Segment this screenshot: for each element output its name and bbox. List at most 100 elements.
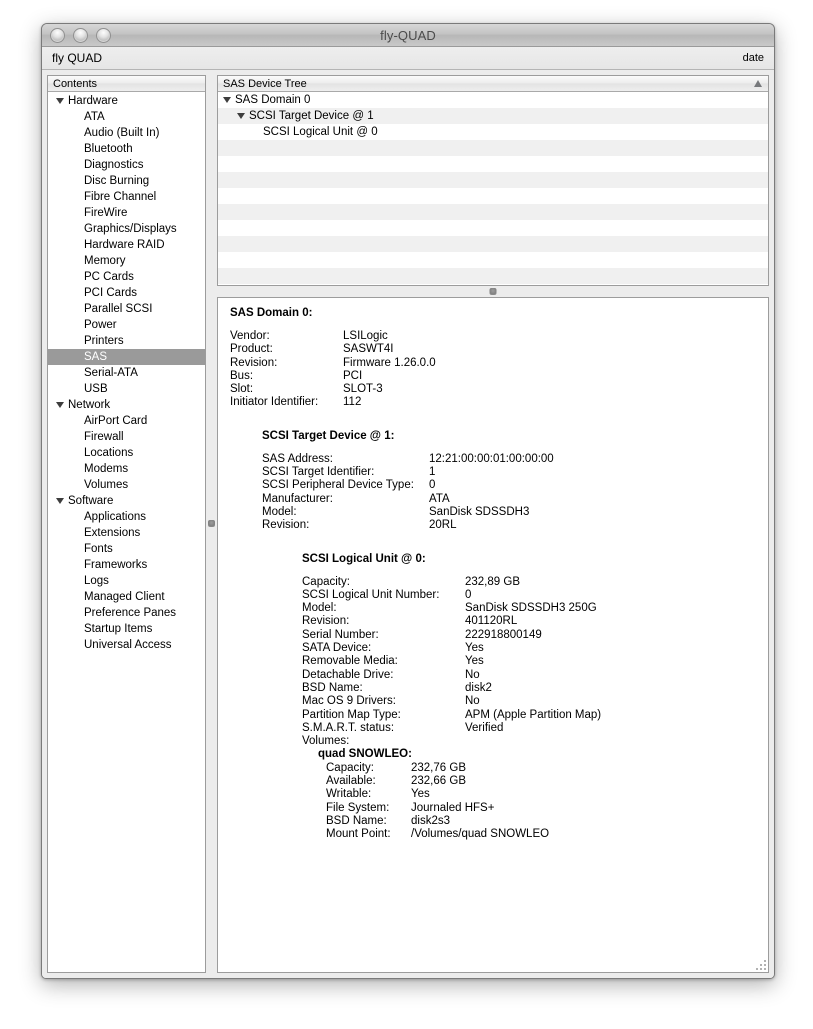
property-value: SanDisk SDSSDH3	[429, 505, 530, 518]
property-value: 112	[343, 396, 362, 409]
sidebar-item-usb[interactable]: USB	[48, 381, 205, 397]
tree-row-empty	[218, 268, 768, 284]
tree-row-empty	[218, 156, 768, 172]
sidebar-item-logs[interactable]: Logs	[48, 573, 205, 589]
tree-row[interactable]: SCSI Target Device @ 1	[218, 108, 768, 124]
sidebar-item-managed-client[interactable]: Managed Client	[48, 589, 205, 605]
lun-title: SCSI Logical Unit @ 0:	[302, 552, 426, 565]
sidebar-column-header[interactable]: Contents	[48, 76, 205, 92]
disclosure-triangle-icon[interactable]	[56, 498, 64, 504]
tree-row-content: SCSI Logical Unit @ 0	[218, 126, 378, 138]
property-row: Capacity: 232,89 GB	[302, 576, 601, 589]
tree-row-content: SCSI Target Device @ 1	[218, 110, 374, 122]
property-key: Slot:	[230, 383, 254, 396]
disclosure-triangle-icon[interactable]	[56, 402, 64, 408]
zoom-button[interactable]	[96, 27, 111, 43]
property-key: Mount Point:	[326, 828, 391, 841]
property-key: Revision:	[230, 356, 278, 369]
property-row: Bus: PCI	[230, 370, 436, 383]
tree-row[interactable]: SAS Domain 0	[218, 92, 768, 108]
property-row: Writable: Yes	[326, 788, 549, 801]
property-row: Volumes:	[302, 735, 601, 748]
sidebar-item-audio-built-in[interactable]: Audio (Built In)	[48, 125, 205, 141]
sort-ascending-icon[interactable]	[754, 80, 762, 87]
sidebar-list[interactable]: Hardware ATA Audio (Built In) Bluetooth Diag…	[48, 92, 205, 972]
tree-column-header[interactable]: SAS Device Tree	[218, 76, 768, 92]
tree-row[interactable]: SCSI Logical Unit @ 0	[218, 124, 768, 140]
sidebar-item-airport-card[interactable]: AirPort Card	[48, 413, 205, 429]
sidebar-item-preference-panes[interactable]: Preference Panes	[48, 605, 205, 621]
property-value: No	[465, 695, 480, 708]
sidebar-item-diagnostics[interactable]: Diagnostics	[48, 157, 205, 173]
tree-body[interactable]: SAS Domain 0 SCSI Target Device @ 1 SCSI L…	[218, 92, 768, 285]
sidebar-item-frameworks[interactable]: Frameworks	[48, 557, 205, 573]
sidebar-item-printers[interactable]: Printers	[48, 333, 205, 349]
window-content: Contents Hardware ATA Audio (Built In) Blue…	[42, 70, 774, 978]
property-key: File System:	[326, 801, 390, 814]
property-key: Product:	[230, 343, 273, 356]
property-value	[465, 735, 601, 748]
sidebar-item-sas[interactable]: SAS	[48, 349, 205, 365]
property-key: BSD Name:	[326, 814, 387, 827]
disclosure-triangle-icon[interactable]	[237, 113, 245, 119]
close-button[interactable]	[50, 27, 65, 43]
sidebar-item-graphics-displays[interactable]: Graphics/Displays	[48, 221, 205, 237]
right-pane: SAS Device Tree SAS Domain 0 SCSI Target …	[217, 75, 769, 973]
sidebar-item-label: Parallel SCSI	[84, 303, 153, 315]
sidebar-item-hardware[interactable]: Hardware	[48, 93, 205, 109]
sidebar-item-serial-ata[interactable]: Serial-ATA	[48, 365, 205, 381]
property-row: Revision: 20RL	[262, 519, 554, 532]
sidebar-item-label: Audio (Built In)	[84, 127, 160, 139]
property-row: BSD Name: disk2	[302, 682, 601, 695]
sidebar-item-firewire[interactable]: FireWire	[48, 205, 205, 221]
sidebar-item-universal-access[interactable]: Universal Access	[48, 637, 205, 653]
sidebar-item-bluetooth[interactable]: Bluetooth	[48, 141, 205, 157]
vertical-splitter[interactable]	[206, 75, 217, 973]
sidebar-item-volumes[interactable]: Volumes	[48, 477, 205, 493]
property-row: SATA Device: Yes	[302, 642, 601, 655]
sidebar-item-network[interactable]: Network	[48, 397, 205, 413]
sidebar-item-label: Volumes	[84, 479, 129, 491]
property-key: Available:	[326, 775, 376, 788]
sidebar-item-label: Hardware	[68, 95, 118, 107]
property-key: Writable:	[326, 788, 372, 801]
sidebar-item-label: Fonts	[84, 543, 113, 555]
sidebar-item-fibre-channel[interactable]: Fibre Channel	[48, 189, 205, 205]
sidebar-item-disc-burning[interactable]: Disc Burning	[48, 173, 205, 189]
sidebar-item-firewall[interactable]: Firewall	[48, 429, 205, 445]
tree-row-empty	[218, 252, 768, 268]
property-row: Available: 232,66 GB	[326, 775, 549, 788]
property-row: SCSI Logical Unit Number: 0	[302, 589, 601, 602]
sidebar-item-modems[interactable]: Modems	[48, 461, 205, 477]
sidebar-item-startup-items[interactable]: Startup Items	[48, 621, 205, 637]
minimize-button[interactable]	[73, 27, 88, 43]
property-value: 401120RL	[465, 615, 518, 628]
sidebar-item-pci-cards[interactable]: PCI Cards	[48, 285, 205, 301]
tree-row-empty	[218, 220, 768, 236]
sidebar-item-software[interactable]: Software	[48, 493, 205, 509]
sidebar-item-locations[interactable]: Locations	[48, 445, 205, 461]
domain-properties-table: Vendor: LSILogic Product: SASWT4I Revision: F…	[230, 330, 436, 410]
disclosure-triangle-icon[interactable]	[223, 97, 231, 103]
sidebar-item-ata[interactable]: ATA	[48, 109, 205, 125]
property-row: Mount Point: /Volumes/quad SNOWLEO	[326, 828, 549, 841]
sidebar-item-fonts[interactable]: Fonts	[48, 541, 205, 557]
sidebar-item-power[interactable]: Power	[48, 317, 205, 333]
sidebar-item-parallel-scsi[interactable]: Parallel SCSI	[48, 301, 205, 317]
sidebar-item-applications[interactable]: Applications	[48, 509, 205, 525]
sidebar-item-label: ATA	[84, 111, 105, 123]
property-row: File System: Journaled HFS+	[326, 802, 549, 815]
horizontal-splitter[interactable]	[217, 286, 769, 297]
toolbar: fly QUAD date	[42, 47, 774, 70]
property-row: SCSI Peripheral Device Type: 0	[262, 479, 554, 492]
sidebar-item-hardware-raid[interactable]: Hardware RAID	[48, 237, 205, 253]
window-titlebar[interactable]: fly-QUAD	[42, 24, 774, 47]
sidebar-item-extensions[interactable]: Extensions	[48, 525, 205, 541]
property-value: /Volumes/quad SNOWLEO	[411, 828, 550, 841]
disclosure-triangle-icon[interactable]	[56, 98, 64, 104]
sidebar-item-memory[interactable]: Memory	[48, 253, 205, 269]
property-value: 20RL	[429, 519, 457, 532]
sidebar-item-pc-cards[interactable]: PC Cards	[48, 269, 205, 285]
sidebar-item-label: Applications	[84, 511, 147, 523]
resize-grip-icon[interactable]	[753, 957, 766, 970]
